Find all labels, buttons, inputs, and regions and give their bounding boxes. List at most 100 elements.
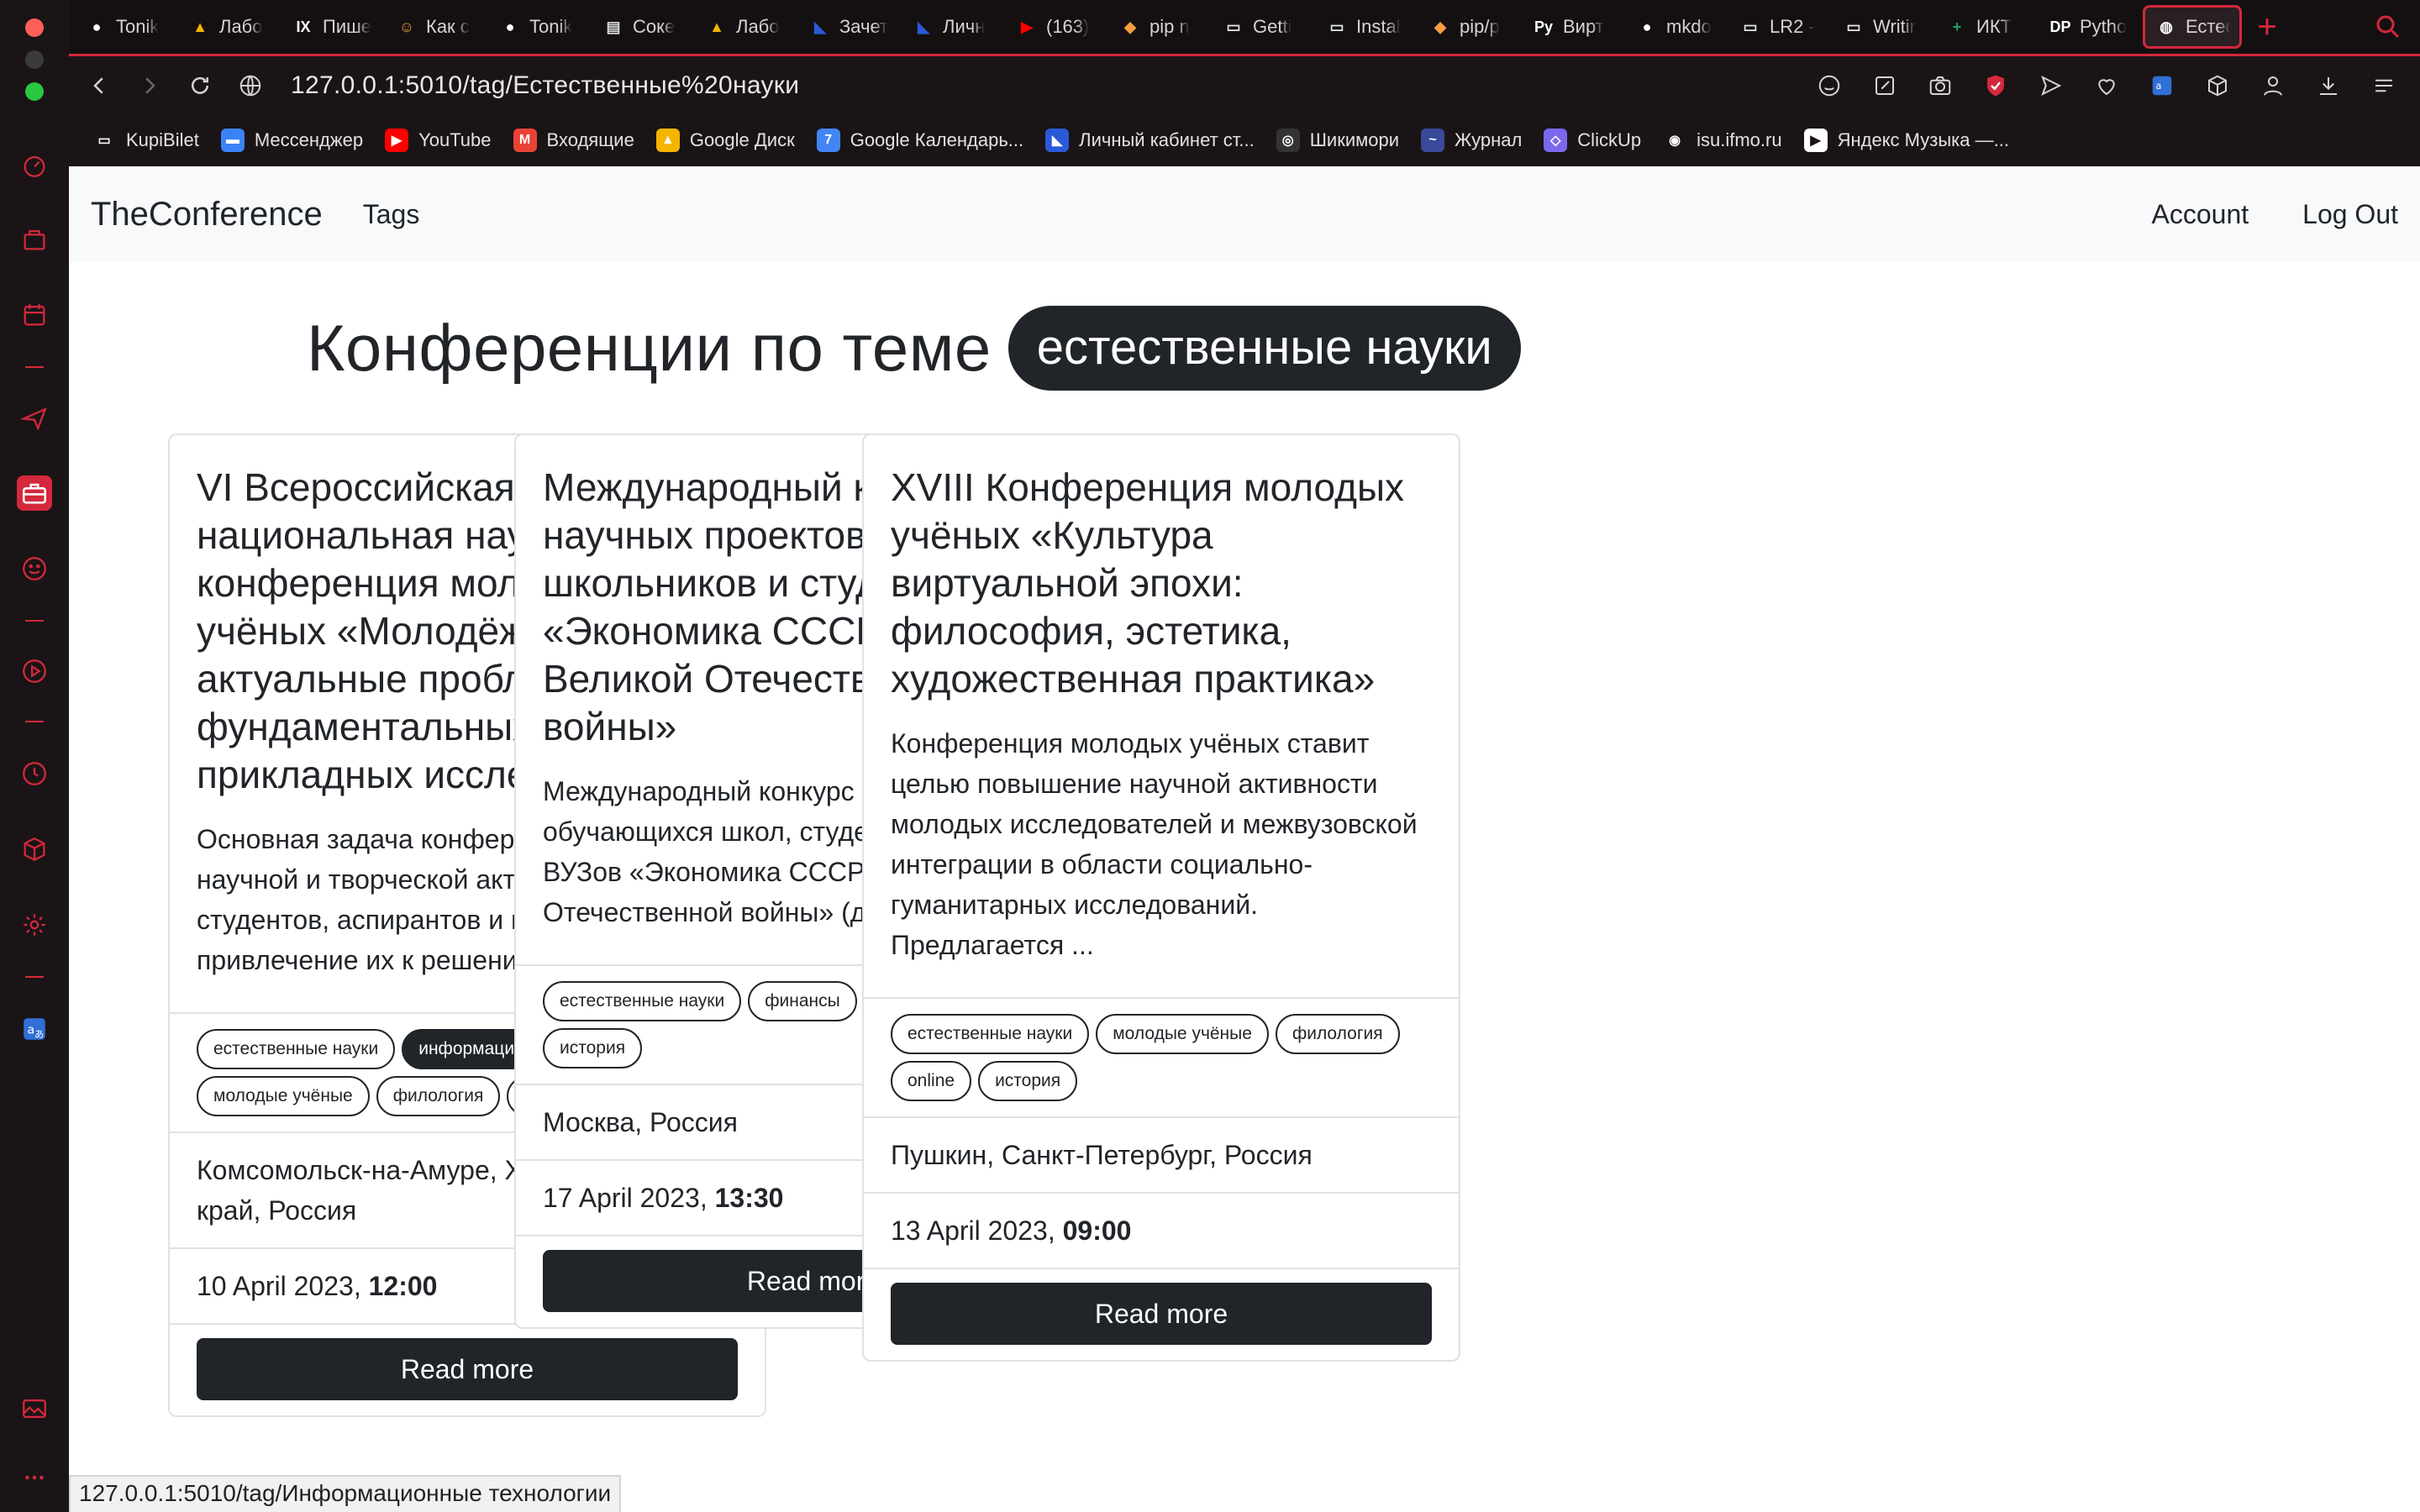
- nav-account-link[interactable]: Account: [2152, 199, 2249, 230]
- status-bar-url: 127.0.0.1:5010/tag/Информационные технол…: [69, 1475, 622, 1512]
- browser-tab[interactable]: ◍ Естес: [2143, 5, 2242, 49]
- history-icon[interactable]: [17, 756, 52, 791]
- browser-tab[interactable]: ◣ Личн: [902, 5, 1006, 49]
- tag-badge[interactable]: филология: [1275, 1014, 1400, 1054]
- forward-button[interactable]: [124, 60, 175, 111]
- tab-label: Естес: [2186, 16, 2231, 37]
- gallery-icon[interactable]: [17, 1391, 52, 1426]
- plane-icon[interactable]: [17, 400, 52, 435]
- site-info-globe-icon[interactable]: [225, 60, 276, 111]
- bookmark-item[interactable]: ◣ Личный кабинет ст...: [1045, 129, 1255, 152]
- nav-logout-link[interactable]: Log Out: [2302, 199, 2398, 230]
- sidebar-divider: [25, 976, 44, 978]
- new-tab-button[interactable]: +: [2242, 8, 2292, 46]
- browser-tab[interactable]: + ИКТ: [1936, 5, 2039, 49]
- briefcase-icon[interactable]: [17, 475, 52, 511]
- browser-tab[interactable]: ● Tonik: [76, 5, 179, 49]
- bookmark-item[interactable]: ▭ KupiBilet: [92, 129, 199, 152]
- tag-badge[interactable]: филология: [376, 1076, 501, 1116]
- browser-tab[interactable]: ☺ Как с: [386, 5, 489, 49]
- bookmark-label: ClickUp: [1577, 129, 1642, 150]
- tag-badge[interactable]: естественные науки: [197, 1029, 396, 1069]
- translate-extension-icon[interactable]: a: [2138, 61, 2186, 110]
- bookmark-item[interactable]: ▶ YouTube: [385, 129, 492, 152]
- card-date-text: 17 April 2023,: [543, 1183, 715, 1213]
- browser-tab[interactable]: ▭ Instal: [1316, 5, 1419, 49]
- note-icon: ▭: [1743, 18, 1758, 35]
- browser-tab[interactable]: ▲ Лабо: [696, 5, 799, 49]
- tab-label: Tonik: [116, 16, 160, 37]
- site-brand-link[interactable]: TheConference: [91, 196, 323, 234]
- tag-badge[interactable]: естественные науки: [543, 981, 742, 1021]
- read-more-button[interactable]: Read more: [197, 1338, 738, 1400]
- card-location: Пушкин, Санкт-Петербург, Россия: [864, 1116, 1459, 1192]
- cube-icon[interactable]: [2193, 61, 2242, 110]
- browser-tab[interactable]: ▤ Соке: [592, 5, 696, 49]
- translate-icon[interactable]: aあ: [17, 1011, 52, 1047]
- download-icon[interactable]: [2304, 61, 2353, 110]
- bookmark-item[interactable]: 7 Google Календарь...: [816, 129, 1023, 152]
- reload-button[interactable]: [175, 60, 225, 111]
- workspace-icon[interactable]: [17, 222, 52, 257]
- tag-badge[interactable]: online: [891, 1061, 972, 1101]
- cube-icon[interactable]: [17, 832, 52, 867]
- browser-tab[interactable]: ▭ Writir: [1833, 5, 1936, 49]
- browser-tab[interactable]: ◆ pip n: [1109, 5, 1213, 49]
- menu-icon[interactable]: [2360, 61, 2408, 110]
- camera-icon[interactable]: [1916, 61, 1965, 110]
- more-dots-icon[interactable]: [17, 1460, 52, 1495]
- bookmark-item[interactable]: ◎ Шикимори: [1276, 129, 1399, 152]
- bookmark-item[interactable]: ▶ Яндекс Музыка —...: [1803, 129, 2009, 152]
- card-description: Конференция молодых учёных ставит целью …: [891, 728, 1418, 960]
- web-page: TheConference Tags Account Log Out Конфе…: [69, 166, 2420, 1512]
- fullscreen-window-button[interactable]: [25, 82, 44, 101]
- tag-badge[interactable]: финансы: [748, 981, 857, 1021]
- read-more-button[interactable]: Read more: [891, 1283, 1432, 1345]
- nav-tags-link[interactable]: Tags: [363, 199, 420, 230]
- calendar-icon[interactable]: [17, 297, 52, 333]
- edit-icon[interactable]: [1860, 61, 1909, 110]
- bookmark-label: Входящие: [546, 129, 634, 150]
- emoji-icon[interactable]: [1805, 61, 1854, 110]
- ix-icon: IX: [296, 18, 311, 35]
- browser-tab[interactable]: ◣ Зачет: [799, 5, 902, 49]
- bookmark-item[interactable]: M Входящие: [513, 129, 634, 152]
- send-icon[interactable]: [2027, 61, 2075, 110]
- tab-search-icon[interactable]: [2373, 12, 2403, 42]
- tag-badge[interactable]: история: [978, 1061, 1078, 1101]
- tab-label: Pytho: [2080, 16, 2128, 37]
- settings-gear-icon[interactable]: [17, 907, 52, 942]
- url-field[interactable]: 127.0.0.1:5010/tag/Естественные%20науки: [291, 71, 799, 100]
- tab-label: (163): [1046, 16, 1090, 37]
- browser-tab[interactable]: ▭ Getti: [1213, 5, 1316, 49]
- browser-tab[interactable]: Ру Вирт: [1523, 5, 1626, 49]
- browser-tab[interactable]: ▭ LR2 -: [1729, 5, 1833, 49]
- close-window-button[interactable]: [25, 18, 44, 37]
- minimize-window-button[interactable]: [25, 50, 44, 69]
- tag-badge[interactable]: естественные науки: [891, 1014, 1090, 1054]
- bookmark-item[interactable]: ▬ Мессенджер: [220, 129, 363, 152]
- back-button[interactable]: [74, 60, 124, 111]
- emoji-icon[interactable]: [17, 551, 52, 586]
- player-icon[interactable]: [17, 654, 52, 689]
- bookmark-item[interactable]: ◇ ClickUp: [1544, 129, 1641, 152]
- browser-tab[interactable]: ▶ (163): [1006, 5, 1109, 49]
- bookmark-item[interactable]: ~ Журнал: [1421, 129, 1522, 152]
- card-date-text: 10 April 2023,: [197, 1271, 369, 1301]
- browser-tab[interactable]: ● mkdo: [1626, 5, 1729, 49]
- heart-icon[interactable]: [2082, 61, 2131, 110]
- bookmark-item[interactable]: ◉ isu.ifmo.ru: [1663, 129, 1782, 152]
- browser-tab[interactable]: IX Пише: [282, 5, 386, 49]
- shield-icon[interactable]: [1971, 61, 2020, 110]
- browser-tab[interactable]: ● Tonik: [489, 5, 592, 49]
- youtube-icon: ▶: [385, 129, 409, 152]
- tag-badge[interactable]: молодые учёные: [1096, 1014, 1269, 1054]
- tag-badge[interactable]: история: [543, 1028, 643, 1068]
- tag-badge[interactable]: молодые учёные: [197, 1076, 370, 1116]
- bookmark-item[interactable]: ▲ Google Диск: [655, 129, 795, 152]
- speed-dial-icon[interactable]: [17, 148, 52, 183]
- browser-tab[interactable]: ◆ pip/p: [1419, 5, 1523, 49]
- profile-icon[interactable]: [2249, 61, 2297, 110]
- browser-tab[interactable]: DP Pytho: [2039, 5, 2143, 49]
- browser-tab[interactable]: ▲ Лабо: [179, 5, 282, 49]
